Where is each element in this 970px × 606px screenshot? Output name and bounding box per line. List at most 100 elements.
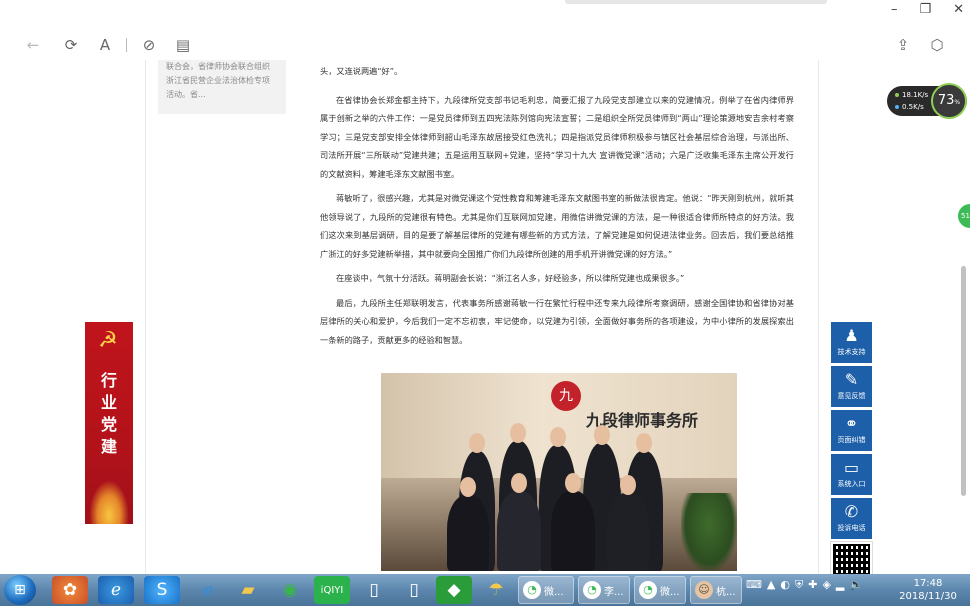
binoculars-icon: ⚭ [844,414,859,433]
phone-icon: ✆ [844,502,859,521]
taskbar-window-wechat[interactable]: ◔ 微... [518,576,574,604]
qr-code [830,541,873,579]
network-speed-widget[interactable]: 18.1K/s 0.5K/s 73% [887,83,967,119]
download-speed-value: 0.5K/s [902,103,924,111]
photo-person [607,493,649,571]
feedback-icon: ✎ [844,370,859,389]
complaint-phone-label: 投诉电话 [837,524,866,532]
hammer-sickle-icon: ☭ [98,328,118,353]
close-button[interactable]: ✕ [953,2,964,22]
sidebar-news-line: 活动。省... [166,90,206,99]
minimize-button[interactable]: – [891,2,898,22]
taskbar-window-chat[interactable]: ◔ 李... [578,576,630,604]
photo-person [497,491,541,571]
tech-support-button[interactable]: ♟ 技术支持 [831,322,872,363]
window-controls: – ❐ ✕ [891,2,964,22]
monitor-icon: ▭ [843,458,860,477]
photo-person-head [460,477,476,497]
taskbar-window-wechat[interactable]: ◔ 微... [634,576,686,604]
tray-expand-icon[interactable]: ▲ [767,578,775,592]
taskbar-clock[interactable]: 17:48 2018/11/30 [896,577,960,603]
clock-date: 2018/11/30 [899,591,957,602]
upload-speed-value: 18.1K/s [902,91,929,99]
document-icon[interactable]: ▯ [356,576,392,604]
taskbar-window-browser[interactable]: ☺ 杭... [690,576,742,604]
maximize-button[interactable]: ❐ [919,2,931,22]
feedback-button[interactable]: ✎ 意见反馈 [831,366,872,407]
system-entry-button[interactable]: ▭ 系统入口 [831,454,872,495]
extensions-icon[interactable]: ⬡ [926,34,948,56]
security-icon[interactable]: ✚ [808,578,817,592]
volume-icon[interactable]: 🔈 [849,578,863,592]
sogou-icon[interactable]: S [144,576,180,604]
tech-support-icon: ♟ [844,326,859,345]
page-error-button[interactable]: ⚭ 页面纠错 [831,410,872,451]
taskbar-window-label: 李... [604,586,624,598]
page-error-label: 页面纠错 [837,436,866,444]
article-paragraph: 最后，九段所主任郑联明发言，代表事务所感谢蒋敏一行在繁忙行程中还专来九段律所考察… [320,297,794,345]
shield-icon[interactable]: ⛨ [795,578,803,592]
article-paragraph: 在座谈中，气氛十分活跃。蒋明副会长说：“浙江名人多，好经验多，所以律所党建也成果… [336,273,685,283]
banner-char: 业 [100,393,117,412]
folder-icon[interactable]: ▰ [230,576,266,604]
back-icon[interactable]: ← [22,34,44,56]
360-tray-icon[interactable]: ◐ [780,578,790,592]
toolbar-divider [126,38,127,52]
ie-browser-icon[interactable]: ℯ [98,576,134,604]
iqiyi-icon[interactable]: iQIYI [314,576,350,604]
photo-person [551,491,595,571]
banner-char: 建 [100,437,117,456]
page-scrollbar[interactable] [960,60,968,574]
share-icon[interactable]: ⇪ [892,34,914,56]
party-building-banner[interactable]: ☭ 行 业 党 建 [85,322,133,524]
taskbar-window-label: 微... [544,586,564,598]
reader-mode-icon[interactable]: A [94,34,116,56]
refresh-icon[interactable]: ⟳ [60,34,82,56]
photo-person-head [510,423,526,443]
banner-title: 行 业 党 建 [85,370,133,458]
top-strip [565,0,827,4]
article-paragraph: 在省律协会长郑金都主持下，九段律所党支部书记毛利忠，简要汇报了九段党支部建立以来… [320,94,794,179]
wechat-icon: ◔ [583,581,601,599]
download-speed: 0.5K/s [895,102,924,112]
right-column-divider [818,60,819,574]
sidebar-news-line: 浙江省民营企业法治体检专项 [166,76,270,85]
scrollbar-thumb[interactable] [961,266,966,496]
law-firm-logo: 九 [551,381,581,411]
photo-person-head [594,425,610,445]
photo-person-head [469,433,485,453]
photo-person-head [620,475,636,495]
complaint-phone-button[interactable]: ✆ 投诉电话 [831,498,872,539]
group-photo: 九 九段律师事务所 [381,373,737,571]
wechat-icon: ◔ [639,581,657,599]
photo-person-head [636,433,652,453]
sidebar-news-card[interactable]: 联合会，省律师协会联合组织 浙江省民营企业法治体检专项 活动。省... [158,60,286,114]
umbrella-icon[interactable]: ☂ [478,576,514,604]
ie-icon[interactable]: ℯ [190,576,226,604]
photo-person-head [550,427,566,447]
left-column-divider [145,60,146,574]
article-body: 头，又连说两遍“好”。 在省律协会长郑金都主持下，九段律所党支部书记毛利忠，简要… [320,62,794,355]
document-icon[interactable]: ▯ [396,576,432,604]
clock-time: 17:48 [913,578,943,589]
banner-char: 行 [100,371,117,390]
photo-person-head [511,473,527,493]
360-browser-icon[interactable]: ◉ [272,576,308,604]
article-paragraph: 头，又连说两遍“好”。 [320,66,403,76]
article-paragraph: 蒋敏听了，很感兴趣，尤其是对微党课这个党性教育和筹建毛泽东文献图书室的新做法很肯… [320,193,794,259]
network-icon[interactable]: ▂ [836,578,844,592]
torch-icon [89,480,129,524]
windows-taskbar: ⊞ ✿ ℯ S ℯ ▰ ◉ iQIYI ▯ ▯ ◆ ☂ ◔ 微... ◔ 李... … [0,574,970,606]
start-button[interactable]: ⊞ [4,575,36,605]
tray-app-icon[interactable]: ◈ [822,578,830,592]
memory-gauge-value: 73 [937,93,955,108]
sidebar-news-line: 联合会，省律师协会联合组织 [166,62,270,71]
taskbar-window-label: 杭... [716,586,736,598]
app-360-icon[interactable]: ✿ [52,576,88,604]
green-app-icon[interactable]: ◆ [436,576,472,604]
photo-plant [681,493,737,571]
layout-icon[interactable]: ▤ [172,34,194,56]
keyboard-icon[interactable]: ⌨ [746,578,762,592]
upload-speed: 18.1K/s [895,90,928,100]
link-icon[interactable]: ⊘ [138,34,160,56]
